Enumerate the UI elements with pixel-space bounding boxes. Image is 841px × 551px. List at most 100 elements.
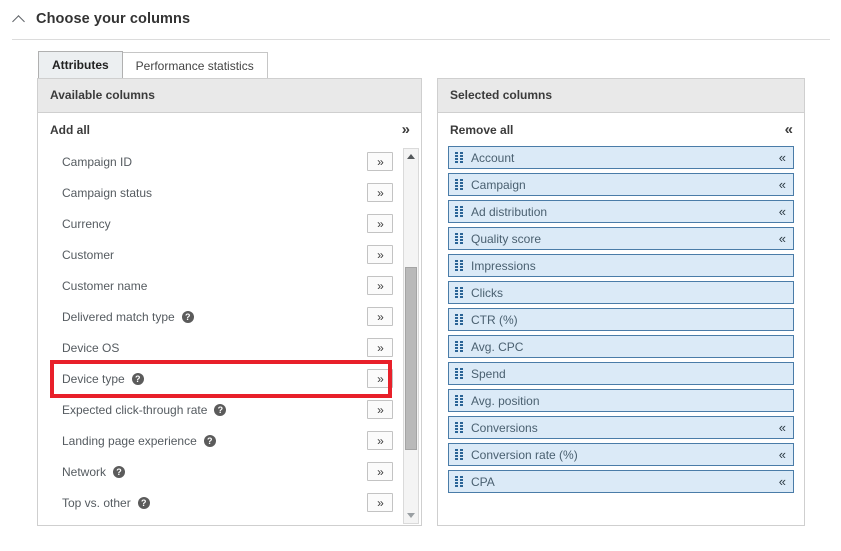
add-column-button[interactable]: »: [367, 338, 393, 357]
remove-column-button[interactable]: «: [779, 205, 785, 218]
selected-column-row[interactable]: CTR (%): [448, 308, 794, 331]
add-column-button[interactable]: »: [367, 307, 393, 326]
available-column-label-wrap: Network?: [62, 465, 367, 479]
drag-handle-icon[interactable]: [455, 368, 463, 379]
selected-column-row[interactable]: Impressions: [448, 254, 794, 277]
selected-column-row[interactable]: Conversions«: [448, 416, 794, 439]
drag-handle-icon[interactable]: [455, 422, 463, 433]
question-mark-icon[interactable]: ?: [138, 497, 150, 509]
remove-column-button[interactable]: «: [779, 448, 785, 461]
drag-handle-icon[interactable]: [455, 260, 463, 271]
drag-handle-icon[interactable]: [455, 206, 463, 217]
available-column-label-wrap: Device type?: [62, 372, 367, 386]
selected-column-label: Quality score: [471, 232, 779, 246]
selected-columns-header: Selected columns: [438, 79, 804, 113]
available-column-label: Customer: [62, 248, 114, 262]
available-column-row[interactable]: Device type?»: [38, 363, 399, 394]
add-column-button[interactable]: »: [367, 431, 393, 450]
tab-attributes[interactable]: Attributes: [38, 51, 123, 78]
available-list-wrap: Campaign ID»Campaign status»Currency»Cus…: [38, 146, 421, 526]
question-mark-icon[interactable]: ?: [113, 466, 125, 478]
drag-handle-icon[interactable]: [455, 287, 463, 298]
remove-column-button[interactable]: «: [779, 151, 785, 164]
add-column-button[interactable]: »: [367, 214, 393, 233]
available-column-row[interactable]: Top vs. other?»: [38, 487, 399, 518]
selected-column-row[interactable]: CPA«: [448, 470, 794, 493]
available-column-label: Network: [62, 465, 106, 479]
chevron-double-right-icon[interactable]: »: [402, 122, 409, 137]
available-column-label: Delivered match type: [62, 310, 175, 324]
available-column-label-wrap: Customer: [62, 248, 367, 262]
question-mark-icon[interactable]: ?: [214, 404, 226, 416]
question-mark-icon[interactable]: ?: [182, 311, 194, 323]
available-column-label: Currency: [62, 217, 111, 231]
chevron-double-left-icon[interactable]: «: [785, 122, 792, 137]
available-column-row[interactable]: Network?»: [38, 456, 399, 487]
remove-column-button[interactable]: «: [779, 178, 785, 191]
scroll-down-button[interactable]: [404, 508, 418, 523]
available-columns-header: Available columns: [38, 79, 421, 113]
add-column-button[interactable]: »: [367, 369, 393, 388]
remove-column-button[interactable]: «: [779, 475, 785, 488]
available-column-row[interactable]: Currency »: [38, 208, 399, 239]
scroll-up-button[interactable]: [404, 149, 418, 164]
selected-column-row[interactable]: Conversion rate (%)«: [448, 443, 794, 466]
question-mark-icon[interactable]: ?: [204, 435, 216, 447]
selected-column-label: CPA: [471, 475, 779, 489]
add-column-button[interactable]: »: [367, 245, 393, 264]
selected-column-row[interactable]: Campaign«: [448, 173, 794, 196]
selected-column-row[interactable]: Quality score«: [448, 227, 794, 250]
available-column-row[interactable]: Customer name»: [38, 270, 399, 301]
scrollbar-thumb[interactable]: [405, 267, 417, 449]
selected-column-row[interactable]: Account«: [448, 146, 794, 169]
add-column-button[interactable]: »: [367, 462, 393, 481]
question-mark-icon[interactable]: ?: [132, 373, 144, 385]
drag-handle-icon[interactable]: [455, 341, 463, 352]
header-divider: [12, 39, 830, 40]
selected-column-row[interactable]: Clicks: [448, 281, 794, 304]
drag-handle-icon[interactable]: [455, 233, 463, 244]
available-column-row[interactable]: Expected click-through rate?»: [38, 394, 399, 425]
add-column-button[interactable]: »: [367, 400, 393, 419]
selected-column-row[interactable]: Spend: [448, 362, 794, 385]
selected-column-row[interactable]: Avg. position: [448, 389, 794, 412]
selected-column-label: Conversion rate (%): [471, 448, 779, 462]
drag-handle-icon[interactable]: [455, 449, 463, 460]
selected-column-label: Avg. position: [471, 394, 785, 408]
available-column-label-wrap: Landing page experience?: [62, 434, 367, 448]
drag-handle-icon[interactable]: [455, 395, 463, 406]
tab-bar: Attributes Performance statistics: [38, 51, 268, 78]
tab-performance-statistics[interactable]: Performance statistics: [122, 52, 268, 78]
available-list-scrollbar[interactable]: [403, 148, 419, 524]
drag-handle-icon[interactable]: [455, 179, 463, 190]
chevron-up-icon[interactable]: [12, 12, 26, 26]
add-column-button[interactable]: »: [367, 152, 393, 171]
add-all-row[interactable]: Add all »: [38, 113, 421, 146]
available-column-row[interactable]: Device OS»: [38, 332, 399, 363]
section-header[interactable]: Choose your columns: [0, 0, 841, 26]
add-column-button[interactable]: »: [367, 276, 393, 295]
scrollbar-track[interactable]: [404, 164, 418, 508]
add-column-button[interactable]: »: [367, 493, 393, 512]
drag-handle-icon[interactable]: [455, 152, 463, 163]
selected-column-label: Impressions: [471, 259, 785, 273]
drag-handle-icon[interactable]: [455, 476, 463, 487]
available-column-label-wrap: Top vs. other?: [62, 496, 367, 510]
selected-column-label: Account: [471, 151, 779, 165]
add-column-button[interactable]: »: [367, 183, 393, 202]
drag-handle-icon[interactable]: [455, 314, 463, 325]
selected-column-label: Campaign: [471, 178, 779, 192]
remove-column-button[interactable]: «: [779, 232, 785, 245]
available-column-row[interactable]: Landing page experience?»: [38, 425, 399, 456]
available-column-row[interactable]: Campaign status»: [38, 177, 399, 208]
remove-all-row[interactable]: Remove all «: [438, 113, 804, 146]
add-all-label: Add all: [50, 123, 402, 137]
available-column-row[interactable]: Customer »: [38, 239, 399, 270]
selected-column-row[interactable]: Avg. CPC: [448, 335, 794, 358]
selected-column-label: Ad distribution: [471, 205, 779, 219]
remove-column-button[interactable]: «: [779, 421, 785, 434]
available-column-row[interactable]: Delivered match type? »: [38, 301, 399, 332]
available-column-row[interactable]: Campaign ID»: [38, 146, 399, 177]
selected-column-row[interactable]: Ad distribution«: [448, 200, 794, 223]
available-column-label-wrap: Campaign ID: [62, 155, 367, 169]
